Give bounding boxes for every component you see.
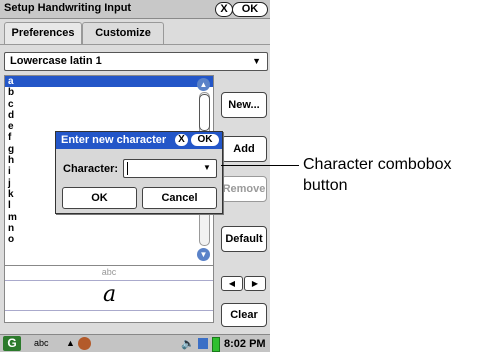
handwriting-input-area[interactable]: abc a xyxy=(4,265,214,323)
close-button[interactable]: X xyxy=(215,2,233,17)
callout-line xyxy=(221,165,299,166)
new-character-dialog: Enter new character X OK Character: ▼ OK… xyxy=(55,131,223,214)
battery-icon[interactable] xyxy=(212,337,220,352)
network-icon[interactable] xyxy=(198,338,208,349)
nav-arrows: ◀ ▶ xyxy=(221,276,266,291)
dialog-title: Enter new character xyxy=(61,134,167,146)
guide-line xyxy=(5,280,213,281)
list-item[interactable]: d xyxy=(5,110,213,121)
chevron-up-icon[interactable]: ▲ xyxy=(197,78,210,91)
dialog-title-bar: Enter new character X OK xyxy=(56,132,222,149)
list-item[interactable]: b xyxy=(5,87,213,98)
title-bar: Setup Handwriting Input X OK xyxy=(0,0,270,19)
default-button[interactable]: Default xyxy=(221,226,267,252)
text-caret xyxy=(127,162,128,175)
add-button[interactable]: Add xyxy=(221,136,267,162)
tab-bar: Preferences Customize xyxy=(0,22,270,44)
new-button[interactable]: New... xyxy=(221,92,267,118)
charset-dropdown[interactable]: Lowercase latin 1 ▼ xyxy=(4,52,268,71)
arrow-right-icon[interactable]: ▶ xyxy=(244,276,266,291)
list-item[interactable]: o xyxy=(5,234,213,245)
input-method-icon[interactable]: abc xyxy=(34,338,49,348)
list-item[interactable]: n xyxy=(5,223,213,234)
chevron-up-icon[interactable]: ▲ xyxy=(66,338,75,348)
start-button[interactable]: G xyxy=(3,336,21,351)
clock: 8:02 PM xyxy=(224,338,266,350)
dialog-close-button[interactable]: X xyxy=(175,134,188,146)
taskbar: G abc ▲ 🔈 8:02 PM xyxy=(0,334,270,352)
speaker-icon[interactable]: 🔈 xyxy=(181,337,195,350)
chevron-down-icon: ▼ xyxy=(252,56,261,66)
chevron-down-icon[interactable]: ▼ xyxy=(200,161,214,174)
tab-divider xyxy=(0,44,270,45)
guide-line xyxy=(5,310,213,311)
character-label: Character: xyxy=(63,163,119,175)
tab-customize[interactable]: Customize xyxy=(82,22,164,44)
window-title: Setup Handwriting Input xyxy=(4,2,132,14)
dialog-cancel-button[interactable]: Cancel xyxy=(142,187,217,209)
handwritten-glyph: a xyxy=(103,282,117,307)
remove-button[interactable]: Remove xyxy=(221,176,267,202)
dialog-ok-title-button[interactable]: OK xyxy=(191,134,219,146)
clear-button[interactable]: Clear xyxy=(221,303,267,327)
list-item[interactable]: c xyxy=(5,99,213,110)
arrow-left-icon[interactable]: ◀ xyxy=(221,276,243,291)
app-icon[interactable] xyxy=(78,337,91,350)
chevron-down-icon[interactable]: ▼ xyxy=(197,248,210,261)
list-item[interactable]: a xyxy=(5,76,213,88)
character-combobox[interactable]: ▼ xyxy=(123,159,217,178)
callout-label: Character combobox button xyxy=(303,156,452,194)
handwriting-setup-window: Setup Handwriting Input X OK Preferences… xyxy=(0,0,270,352)
ok-button[interactable]: OK xyxy=(232,2,268,17)
input-hint: abc xyxy=(101,267,117,277)
dialog-ok-button[interactable]: OK xyxy=(62,187,137,209)
tab-preferences[interactable]: Preferences xyxy=(4,22,82,44)
scroll-thumb[interactable] xyxy=(199,94,210,131)
charset-dropdown-value: Lowercase latin 1 xyxy=(10,55,102,67)
